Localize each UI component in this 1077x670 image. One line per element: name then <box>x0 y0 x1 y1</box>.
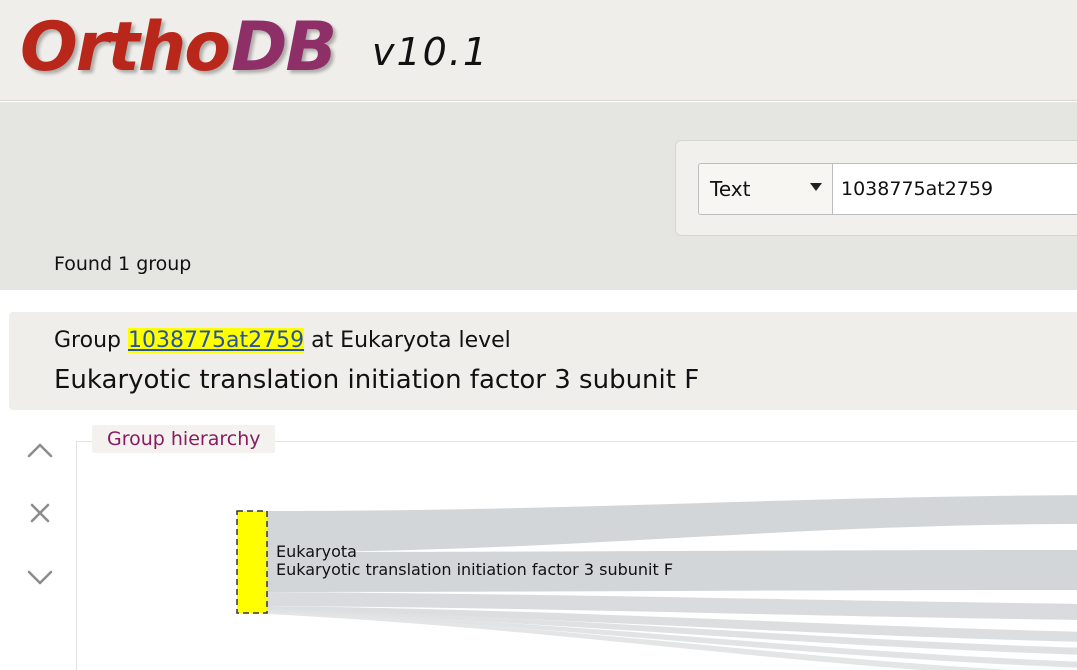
site-header: Ortho DB v10.1 <box>0 0 1077 101</box>
hierarchy-node-description: Eukaryotic translation initiation factor… <box>276 560 673 579</box>
results-count: Found 1 group <box>54 253 192 275</box>
group-id-link[interactable]: 1038775at2759 <box>127 328 305 353</box>
search-band: Text Found 1 group <box>0 102 1077 290</box>
hierarchy-diagram: Eukaryota Eukaryotic translation initiat… <box>236 495 1077 670</box>
group-description: Eukaryotic translation initiation factor… <box>54 365 700 395</box>
search-box: Text <box>675 140 1077 236</box>
chevron-up-icon[interactable] <box>24 434 56 466</box>
group-level-text: at Eukaryota level <box>311 328 511 353</box>
hierarchy-node-level: Eukaryota <box>276 542 357 561</box>
hierarchy-link-1 <box>267 495 1077 552</box>
search-type-selected-value: Text <box>710 177 751 201</box>
orthodb-logo[interactable]: Ortho DB <box>20 8 337 88</box>
group-prefix: Group <box>54 328 121 353</box>
logo-db-text: DB <box>230 8 337 87</box>
group-hierarchy-panel: Eukaryota Eukaryotic translation initiat… <box>76 441 1077 670</box>
hierarchy-node-eukaryota[interactable] <box>236 510 268 614</box>
dropdown-arrow-icon <box>810 183 822 191</box>
group-card: Group 1038775at2759 at Eukaryota level E… <box>9 312 1077 410</box>
close-icon[interactable] <box>24 497 56 529</box>
group-hierarchy-title: Group hierarchy <box>92 425 276 453</box>
group-heading: Group 1038775at2759 at Eukaryota level <box>54 328 511 353</box>
orthodb-page: OrthoDB v10.1 Text Found 1 group Group 1… <box>0 0 1077 670</box>
search-type-select[interactable]: Text <box>698 163 832 215</box>
chevron-down-icon[interactable] <box>24 561 56 593</box>
search-input[interactable] <box>832 163 1077 215</box>
version-label: v10.1 <box>372 30 490 74</box>
logo-ortho-text: Ortho <box>20 8 231 87</box>
